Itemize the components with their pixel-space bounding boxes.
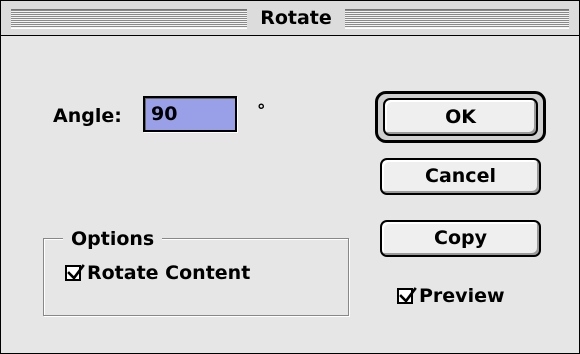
title-bar-stripes-left (11, 9, 247, 29)
cancel-button[interactable]: Cancel (380, 158, 541, 195)
copy-button[interactable]: Copy (380, 220, 541, 257)
preview-checkbox[interactable] (397, 287, 417, 304)
checkmark-icon (67, 264, 85, 280)
rotate-content-checkbox[interactable] (65, 264, 85, 281)
preview-label[interactable]: Preview (419, 285, 505, 307)
title-bar[interactable]: Rotate (1, 1, 579, 36)
dialog-title: Rotate (247, 5, 345, 31)
degree-unit-label: ° (257, 101, 266, 121)
rotate-content-checkbox-row[interactable]: Rotate Content (65, 262, 250, 284)
preview-checkbox-row[interactable]: Preview (397, 285, 505, 307)
options-group-title: Options (63, 227, 163, 251)
angle-label: Angle: (53, 105, 122, 127)
rotate-dialog: Rotate Angle: ° OK Cancel Copy Options R… (0, 0, 580, 354)
angle-input[interactable] (143, 96, 237, 132)
title-bar-stripes-right (345, 9, 569, 29)
ok-button[interactable]: OK (383, 98, 538, 136)
rotate-content-label[interactable]: Rotate Content (87, 262, 250, 284)
checkmark-icon (399, 287, 417, 303)
